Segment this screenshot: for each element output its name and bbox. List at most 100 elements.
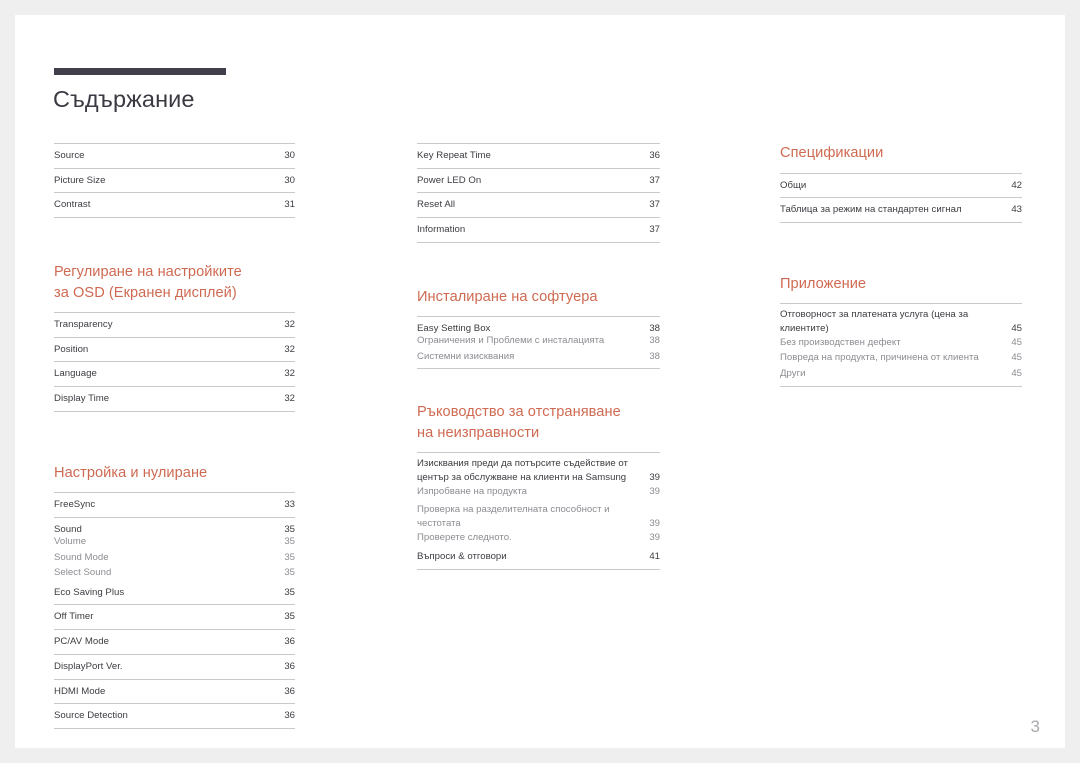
heading-spacer: [780, 164, 1022, 173]
toc-column-left: Source 30 Picture Size 30 Contrast 31 Регулира…: [54, 143, 295, 729]
toc-entry-page-number: 33: [284, 499, 295, 511]
heading-spacer: [54, 303, 295, 312]
toc-entry[interactable]: PC/AV Mode 36: [54, 630, 295, 655]
toc-entry-label: Select Sound: [54, 567, 112, 579]
toc-entry[interactable]: Easy Setting Box 38: [417, 317, 660, 334]
toc-entry[interactable]: Select Sound 35: [54, 565, 295, 581]
toc-entry[interactable]: Изисквания преди да потърсите съдействие…: [417, 453, 660, 483]
toc-entry[interactable]: DisplayPort Ver. 36: [54, 655, 295, 680]
toc-entry-label: Eco Saving Plus: [54, 586, 125, 598]
toc-entry-label: DisplayPort Ver.: [54, 660, 123, 672]
toc-entry-page-number: 45: [1011, 352, 1022, 364]
toc-entry[interactable]: Eco Saving Plus 35: [54, 581, 295, 606]
toc-entry[interactable]: Проверете следното. 39: [417, 530, 660, 546]
toc-entry[interactable]: Sound Mode 35: [54, 550, 295, 566]
group-bottom-rule: [780, 385, 1022, 387]
toc-entry[interactable]: Изпробване на продукта 39: [417, 484, 660, 500]
toc-entry[interactable]: Повреда на продукта, причинена от клиент…: [780, 350, 1022, 366]
toc-entry-page-number: 36: [284, 685, 295, 697]
toc-entry-label: Системни изисквания: [417, 350, 515, 362]
toc-entry-page-number: 42: [1011, 179, 1022, 191]
toc-entry-page-number: 37: [649, 199, 660, 211]
toc-entry-label-line2-row: клиентите) 45: [780, 322, 1022, 335]
toc-entry-page-number: 36: [284, 710, 295, 722]
toc-entry-label-line2-row: център за обслужване на клиенти на Samsu…: [417, 471, 660, 484]
toc-entry-label: Без производствен дефект: [780, 336, 901, 348]
toc-entry-label: Source Detection: [54, 710, 128, 722]
toc-entry[interactable]: Ограничения и Проблеми с инсталацията 38: [417, 333, 660, 349]
toc-entry-page-number: 36: [284, 660, 295, 672]
heading-spacer: [54, 483, 295, 492]
toc-entry[interactable]: Sound 35: [54, 518, 295, 535]
toc-entry-group: Изисквания преди да потърсите съдействие…: [417, 452, 660, 571]
toc-entry-page-number: 36: [649, 150, 660, 161]
toc-entry-label: Reset All: [417, 199, 456, 211]
toc-entry-page-number: 39: [649, 485, 660, 497]
toc-entry-label: FreeSync: [54, 499, 96, 511]
toc-entry[interactable]: Off Timer 35: [54, 605, 295, 631]
toc-entry[interactable]: Position 32: [54, 338, 295, 363]
heading-spacer: [780, 294, 1022, 303]
toc-entry-label: Power LED On: [417, 174, 482, 186]
toc-entry[interactable]: Без производствен дефект 45: [780, 335, 1022, 351]
toc-entry[interactable]: Таблица за режим на стандартен сигнал 43: [780, 198, 1022, 223]
toc-entry[interactable]: Въпроси & отговори 41: [417, 545, 660, 571]
toc-entry-label: Source: [54, 150, 85, 161]
toc-entry[interactable]: Transparency 32: [54, 313, 295, 338]
toc-entry-label: Общи: [780, 179, 807, 191]
toc-entry[interactable]: Power LED On 37: [417, 169, 660, 194]
toc-entry[interactable]: Language 32: [54, 362, 295, 388]
toc-entry-page-number: 45: [1011, 322, 1022, 334]
toc-entry[interactable]: Picture Size 30: [54, 169, 295, 194]
title-rule-decoration: [54, 68, 226, 75]
toc-entry-group: Easy Setting Box 38 Ограничения и Проблеми…: [417, 316, 660, 370]
toc-entry[interactable]: Key Repeat Time 36: [417, 144, 660, 169]
toc-entry-label-line1: Изисквания преди да потърсите съдействие…: [417, 458, 628, 470]
toc-entry-page-number: 38: [649, 335, 660, 347]
toc-entry-label: Language: [54, 368, 97, 380]
toc-entry-page-number: 32: [284, 343, 295, 355]
toc-section-heading: Приложение: [780, 275, 867, 292]
toc-entry-label-line1: Проверка на разделителната способност и: [417, 504, 610, 516]
toc-entry[interactable]: Information 37: [417, 218, 660, 243]
toc-entry-page-number: 43: [1011, 204, 1022, 216]
toc-entry-label: Въпроси & отговори: [417, 551, 507, 563]
toc-entry-page-number: 32: [284, 319, 295, 331]
toc-entry-page-number: 37: [649, 174, 660, 186]
toc-entry-group: Отговорност за платената услуга (цена за…: [780, 303, 1022, 387]
toc-entry[interactable]: Отговорност за платената услуга (цена за…: [780, 304, 1022, 334]
toc-section-heading: Настройка и нулиране: [54, 464, 208, 481]
toc-entry[interactable]: Общи 42: [780, 174, 1022, 199]
toc-entry[interactable]: Display Time 32: [54, 387, 295, 412]
toc-entry-label-line1: Отговорност за платената услуга (цена за: [780, 309, 969, 321]
toc-entry[interactable]: Contrast 31: [54, 193, 295, 219]
toc-entry-label: Information: [417, 224, 466, 236]
toc-entry-label-line2: център за обслужване на клиенти на Samsu…: [417, 471, 627, 483]
toc-entry[interactable]: Reset All 37: [417, 193, 660, 219]
toc-section-heading: Инсталиране на софтуера: [417, 288, 598, 305]
toc-entry-page-number: 45: [1011, 367, 1022, 379]
toc-entry[interactable]: FreeSync 33: [54, 493, 295, 518]
toc-entry-label: Проверете следното.: [417, 531, 512, 543]
page-title: Съдържание: [53, 86, 195, 112]
toc-entry-page-number: 36: [284, 636, 295, 648]
toc-entry[interactable]: Системни изисквания 38: [417, 349, 660, 365]
toc-entry[interactable]: Проверка на разделителната способност ич…: [417, 499, 660, 529]
toc-entry-page-number: 38: [649, 350, 660, 362]
toc-entry[interactable]: Други 45: [780, 366, 1022, 382]
toc-entry-group: Key Repeat Time 36 Power LED On 37 Reset All…: [417, 143, 660, 243]
toc-entry[interactable]: Source Detection 36: [54, 704, 295, 729]
toc-entry-label: Ограничения и Проблеми с инсталацията: [417, 335, 605, 347]
toc-entry[interactable]: Source 30: [54, 144, 295, 169]
heading-spacer: [417, 307, 660, 316]
toc-entry-page-number: 32: [284, 393, 295, 405]
toc-entry-label: Други: [780, 367, 806, 379]
toc-entry[interactable]: HDMI Mode 36: [54, 680, 295, 705]
toc-section-heading: Ръководство за отстраняване на неизправн…: [417, 404, 621, 441]
toc-entry[interactable]: Volume 35: [54, 534, 295, 550]
toc-entry-label-line2: честотата: [417, 517, 461, 529]
